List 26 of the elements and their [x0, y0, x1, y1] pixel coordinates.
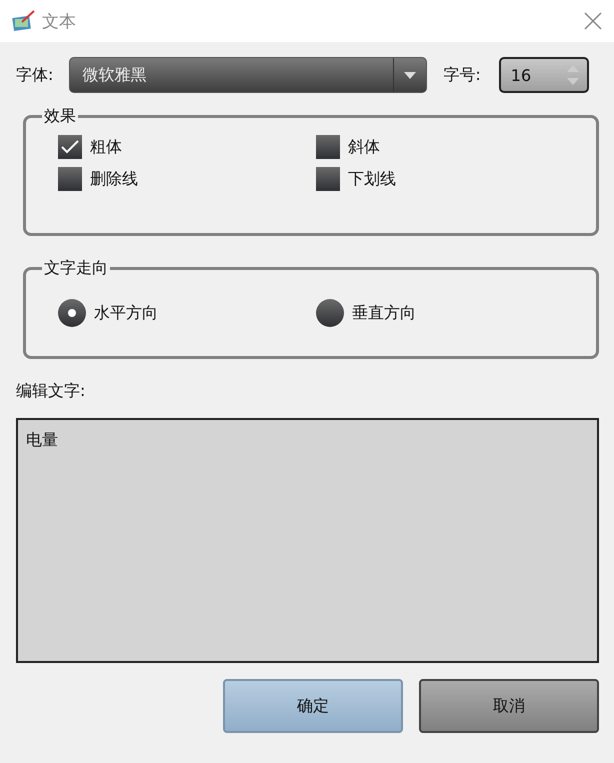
checkbox[interactable]	[316, 167, 340, 191]
cancel-button[interactable]: 取消	[419, 679, 599, 733]
checkbox[interactable]	[58, 167, 82, 191]
size-spinner[interactable]: 16	[498, 57, 589, 93]
ok-button[interactable]: 确定	[223, 679, 403, 733]
radio-label: 垂直方向	[352, 302, 416, 324]
checkbox[interactable]	[316, 135, 340, 159]
caret-icon	[404, 72, 416, 78]
font-label: 字体:	[16, 64, 54, 86]
checkbox-label: 粗体	[90, 136, 122, 158]
radio-button[interactable]	[316, 299, 344, 327]
radio-label: 水平方向	[94, 302, 158, 324]
group-title: 文字走向	[43, 258, 109, 279]
group-title: 效果	[43, 106, 77, 127]
checkbox-label: 删除线	[90, 168, 138, 190]
app-icon	[12, 10, 36, 32]
size-label: 字号:	[443, 64, 481, 86]
edit-text-label: 编辑文字:	[16, 381, 86, 402]
close-icon[interactable]	[584, 12, 602, 30]
checkbox-label: 斜体	[348, 136, 380, 158]
window-title: 文本	[42, 10, 76, 32]
radio-button[interactable]	[58, 299, 86, 327]
font-dropdown[interactable]: 微软雅黑	[69, 57, 428, 93]
checkbox[interactable]	[58, 135, 82, 159]
text-input-field[interactable]: 电量	[16, 418, 599, 663]
checkbox-label: 下划线	[348, 168, 396, 190]
